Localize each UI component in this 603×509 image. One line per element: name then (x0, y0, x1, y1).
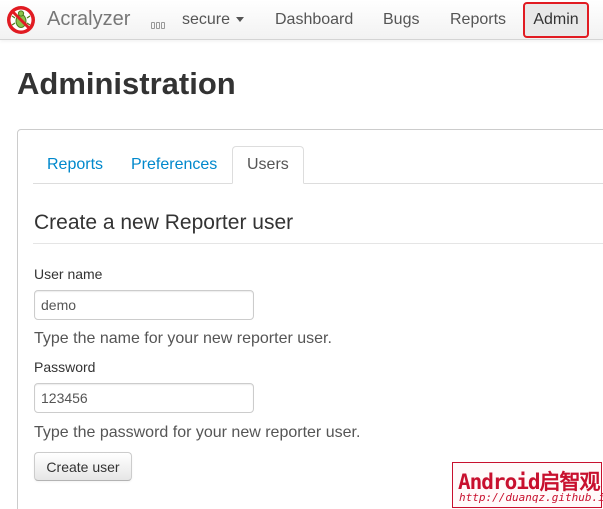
tab-preferences[interactable]: Preferences (117, 147, 231, 183)
tab-users[interactable]: Users (232, 146, 304, 184)
caret-down-icon (236, 17, 245, 23)
username-help: Type the name for your new reporter user… (34, 330, 332, 347)
form-title: Create a new Reporter user (34, 211, 294, 234)
tabs-divider (33, 183, 603, 184)
form-title-divider (33, 243, 603, 244)
tab-reports[interactable]: Reports (33, 147, 117, 183)
server-icon (151, 16, 169, 29)
watermark-url: http://duanqz.github.io (459, 491, 603, 504)
acralyzer-bug-logo-icon[interactable] (6, 5, 36, 35)
nav-admin[interactable]: Admin (523, 2, 589, 38)
username-input[interactable] (34, 290, 254, 320)
nav-dashboard[interactable]: Dashboard (275, 0, 353, 40)
password-help: Type the password for your new reporter … (34, 424, 361, 441)
page-title: Administration (17, 66, 236, 101)
nav-bugs[interactable]: Bugs (383, 0, 419, 40)
watermark-badge: Android启智观 http://duanqz.github.io (452, 462, 603, 508)
nav-secure-dropdown[interactable]: secure (182, 0, 245, 40)
create-user-button[interactable]: Create user (34, 452, 132, 481)
top-navbar: Acralyzer secure Dashboard Bugs Reports … (0, 0, 603, 40)
username-label: User name (34, 266, 103, 282)
brand-link[interactable]: Acralyzer (47, 8, 130, 31)
password-input[interactable] (34, 383, 254, 413)
nav-secure-label: secure (182, 11, 231, 28)
password-label: Password (34, 359, 96, 375)
nav-reports[interactable]: Reports (450, 0, 506, 40)
